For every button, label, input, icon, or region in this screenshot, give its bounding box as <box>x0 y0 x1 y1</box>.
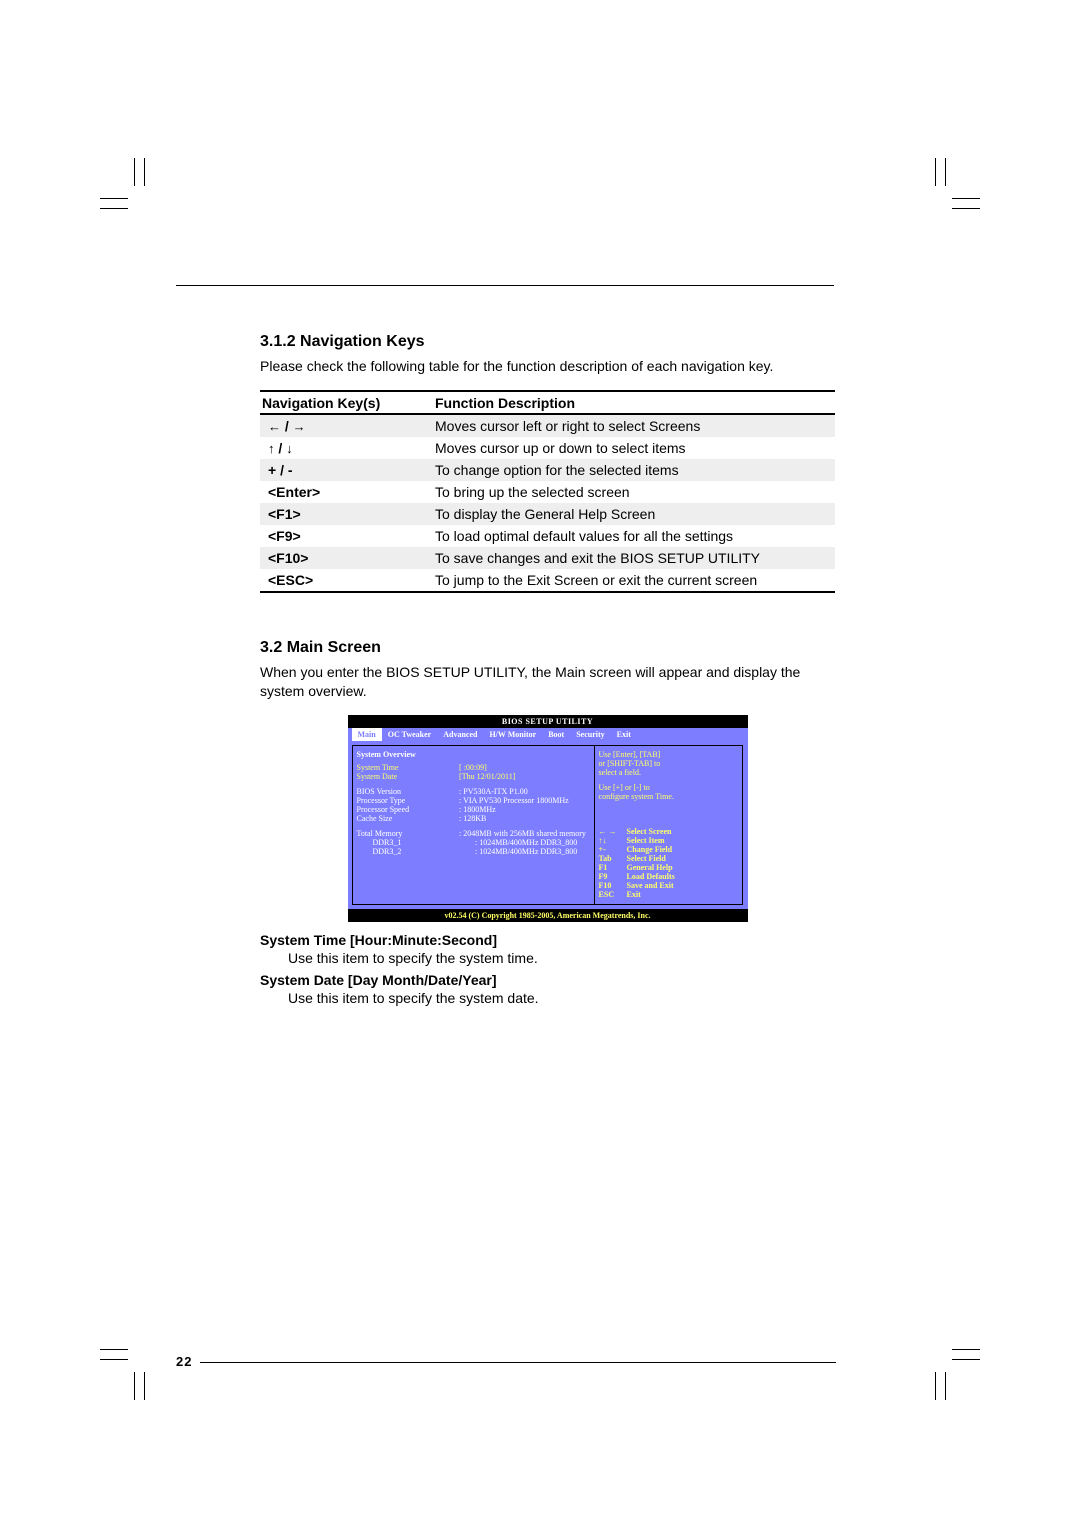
nav-key: <F10> <box>260 547 433 569</box>
sys-time-label: System Time <box>357 763 460 772</box>
bios-tab: OC Tweaker <box>382 728 437 741</box>
nav-key: <F1> <box>260 503 433 525</box>
legend-value: Exit <box>627 890 641 899</box>
bios-hint: Use [+] or [-] to <box>599 783 739 792</box>
bios-value: : 128KB <box>459 814 590 823</box>
bios-tab: Main <box>352 728 382 741</box>
bios-tab: H/W Monitor <box>483 728 542 741</box>
legend-key: F10 <box>599 881 627 890</box>
th-desc: Function Description <box>433 391 835 414</box>
bios-label: Processor Speed <box>357 805 460 814</box>
bios-value: : VIA PV530 Processor 1800MHz <box>459 796 590 805</box>
definition-body: Use this item to specify the system date… <box>288 990 835 1006</box>
nav-key: <ESC> <box>260 569 433 592</box>
definition-body: Use this item to specify the system time… <box>288 950 835 966</box>
bios-hint: configure system Time. <box>599 792 739 801</box>
nav-desc: To load optimal default values for all t… <box>433 525 835 547</box>
bios-tab: Exit <box>611 728 637 741</box>
legend-value: Load Defaults <box>627 872 675 881</box>
nav-desc: To change option for the selected items <box>433 459 835 481</box>
sys-time-value: [ :00:09] <box>459 763 590 772</box>
header-rule <box>176 285 834 286</box>
bios-legend: ← →Select Screen↑↓Select Item+-Change Fi… <box>599 827 739 899</box>
bios-tab: Advanced <box>437 728 483 741</box>
bios-label: Total Memory <box>357 829 460 838</box>
bios-tab: Boot <box>542 728 570 741</box>
bios-copyright: v02.54 (C) Copyright 1985-2005, American… <box>348 909 748 922</box>
manual-page: 3.1.2 Navigation Keys Please check the f… <box>0 0 1080 1528</box>
nav-key: <F9> <box>260 525 433 547</box>
nav-desc: To jump to the Exit Screen or exit the c… <box>433 569 835 592</box>
bios-hint: select a field. <box>599 768 739 777</box>
legend-value: Select Screen <box>627 827 672 836</box>
legend-key: F9 <box>599 872 627 881</box>
bios-tab: Security <box>570 728 610 741</box>
nav-desc: To save changes and exit the BIOS SETUP … <box>433 547 835 569</box>
bios-tabs: MainOC TweakerAdvancedH/W MonitorBootSec… <box>348 728 748 741</box>
legend-value: Select Item <box>627 836 665 845</box>
bios-screenshot: BIOS SETUP UTILITY MainOC TweakerAdvance… <box>348 715 748 922</box>
legend-key: ← → <box>599 827 627 836</box>
legend-key: +- <box>599 845 627 854</box>
page-number: 22 <box>176 1354 200 1369</box>
bios-left-panel: System Overview System Time[ :00:09] Sys… <box>352 745 595 905</box>
legend-key: ESC <box>599 890 627 899</box>
th-key: Navigation Key(s) <box>260 391 433 414</box>
bios-hint: or [SHIFT-TAB] to <box>599 759 739 768</box>
nav-desc: To bring up the selected screen <box>433 481 835 503</box>
bios-value: : 1800MHz <box>459 805 590 814</box>
nav-key: ↑ / ↓ <box>260 437 433 459</box>
bios-label: BIOS Version <box>357 787 460 796</box>
bios-value: : 1024MB/400MHz DDR3_800 <box>475 847 590 856</box>
sys-date-value: [Thu 12/01/2011] <box>459 772 590 781</box>
legend-key: ↑↓ <box>599 836 627 845</box>
legend-value: Save and Exit <box>627 881 674 890</box>
bios-title: BIOS SETUP UTILITY <box>348 715 748 728</box>
sys-date-label: System Date <box>357 772 460 781</box>
bios-value: : 1024MB/400MHz DDR3_800 <box>475 838 590 847</box>
legend-key: Tab <box>599 854 627 863</box>
definition-title: System Date [Day Month/Date/Year] <box>260 972 835 988</box>
page-footer: 22 <box>176 1362 836 1363</box>
nav-desc: To display the General Help Screen <box>433 503 835 525</box>
section-title: 3.2 Main Screen <box>260 639 835 657</box>
bios-label: DDR3_1 <box>357 838 476 847</box>
bios-value: : 2048MB with 256MB shared memory <box>459 829 590 838</box>
overview-heading: System Overview <box>357 750 590 759</box>
section-title: 3.1.2 Navigation Keys <box>260 333 835 351</box>
bios-label: Cache Size <box>357 814 460 823</box>
content-column: 3.1.2 Navigation Keys Please check the f… <box>260 285 835 1012</box>
bios-panel: System Overview System Time[ :00:09] Sys… <box>348 741 748 909</box>
section-intro: Please check the following table for the… <box>260 357 835 376</box>
bios-label: Processor Type <box>357 796 460 805</box>
definition-title: System Time [Hour:Minute:Second] <box>260 932 835 948</box>
legend-key: F1 <box>599 863 627 872</box>
nav-desc: Moves cursor up or down to select items <box>433 437 835 459</box>
legend-value: Select Field <box>627 854 666 863</box>
nav-key: <Enter> <box>260 481 433 503</box>
nav-key: ← / → <box>260 414 433 437</box>
legend-value: Change Field <box>627 845 673 854</box>
legend-value: General Help <box>627 863 673 872</box>
bios-value: : PV530A-ITX P1.00 <box>459 787 590 796</box>
nav-key: + / - <box>260 459 433 481</box>
nav-desc: Moves cursor left or right to select Scr… <box>433 414 835 437</box>
navigation-keys-table: Navigation Key(s) Function Description ←… <box>260 390 835 593</box>
bios-hint: Use [Enter], [TAB] <box>599 750 739 759</box>
bios-right-panel: Use [Enter], [TAB] or [SHIFT-TAB] to sel… <box>595 745 744 905</box>
section-intro: When you enter the BIOS SETUP UTILITY, t… <box>260 663 835 701</box>
bios-label: DDR3_2 <box>357 847 476 856</box>
